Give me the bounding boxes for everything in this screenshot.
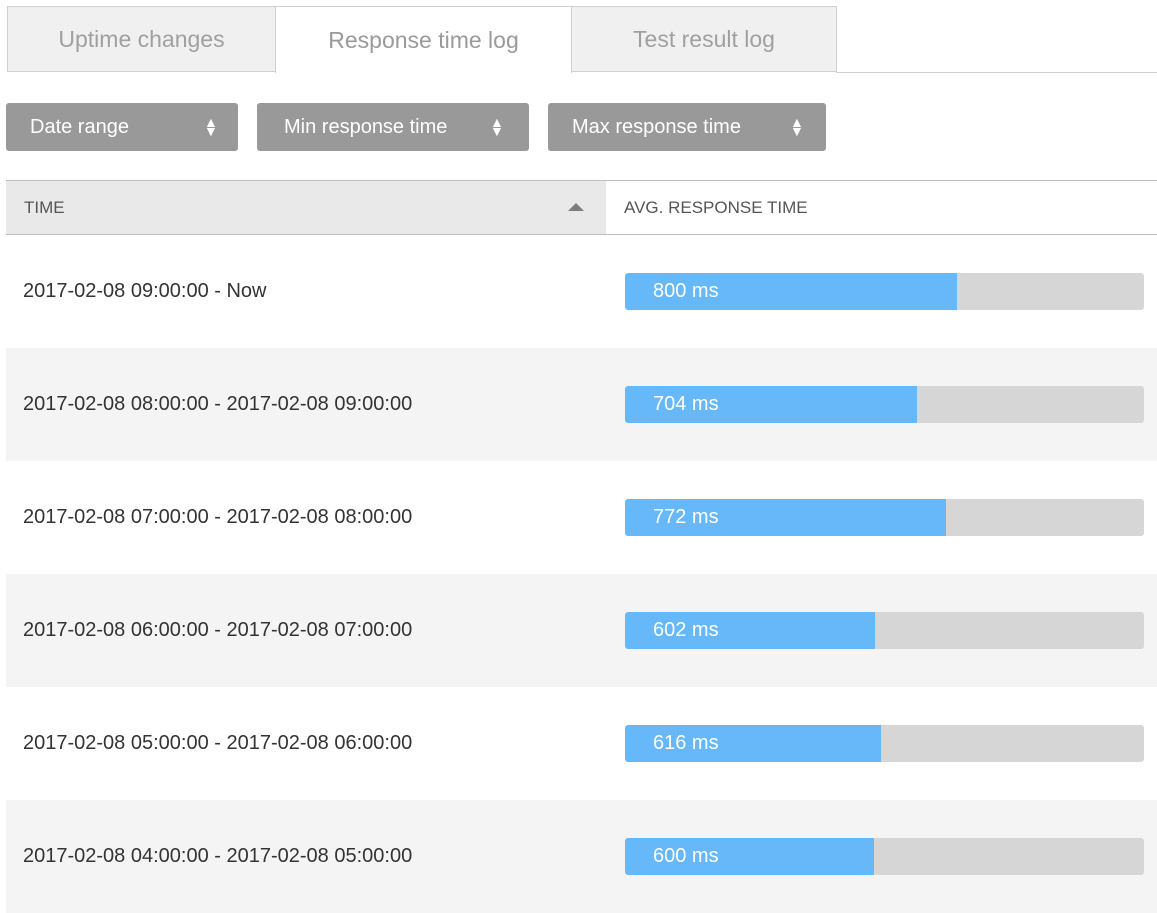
response-time-table: TIME AVG. RESPONSE TIME 2017-02-08 09:00… [6,180,1157,913]
row-time-range: 2017-02-08 04:00:00 - 2017-02-08 05:00:0… [23,845,413,867]
tab-test-result-log[interactable]: Test result log [571,6,837,72]
response-time-bar: 616 ms [625,725,1144,762]
tab-response-time-log[interactable]: Response time log [275,6,572,73]
response-time-value: 800 ms [653,280,719,302]
row-time-range: 2017-02-08 07:00:00 - 2017-02-08 08:00:0… [23,506,413,528]
response-time-bar: 800 ms [625,273,1144,310]
table-row: 2017-02-08 09:00:00 - Now 800 ms [6,235,1157,348]
response-time-bar: 704 ms [625,386,1144,423]
table-header: TIME AVG. RESPONSE TIME [6,180,1157,235]
avg-header-label: AVG. RESPONSE TIME [624,197,808,217]
min-response-time-select[interactable]: Min response time ▲ ▼ [257,103,529,151]
min-response-time-label: Min response time [284,115,448,138]
avg-response-time-column-header[interactable]: AVG. RESPONSE TIME [606,181,1157,234]
up-down-caret-icon: ▲ ▼ [790,114,804,139]
table-row: 2017-02-08 07:00:00 - 2017-02-08 08:00:0… [6,461,1157,574]
response-time-value: 772 ms [653,506,719,528]
date-range-select[interactable]: Date range ▲ ▼ [6,103,238,151]
response-time-value: 602 ms [653,619,719,641]
table-row: 2017-02-08 04:00:00 - 2017-02-08 05:00:0… [6,800,1157,913]
row-time-range: 2017-02-08 05:00:00 - 2017-02-08 06:00:0… [23,732,413,754]
up-down-caret-icon: ▲ ▼ [204,114,218,139]
tab-divider [836,72,1157,73]
response-time-value: 600 ms [653,845,719,867]
time-column-header[interactable]: TIME [6,181,606,234]
max-response-time-label: Max response time [572,115,741,138]
date-range-label: Date range [30,115,129,138]
response-time-value: 616 ms [653,732,719,754]
row-time-range: 2017-02-08 06:00:00 - 2017-02-08 07:00:0… [23,619,413,641]
response-time-value: 704 ms [653,393,719,415]
max-response-time-select[interactable]: Max response time ▲ ▼ [548,103,826,151]
table-body: 2017-02-08 09:00:00 - Now 800 ms 2017-02-0… [6,235,1157,913]
tab-uptime-changes[interactable]: Uptime changes [7,6,276,72]
response-time-bar: 772 ms [625,499,1144,536]
response-time-bar: 600 ms [625,838,1144,875]
row-time-range: 2017-02-08 08:00:00 - 2017-02-08 09:00:0… [23,393,413,415]
up-down-caret-icon: ▲ ▼ [490,114,504,139]
table-row: 2017-02-08 08:00:00 - 2017-02-08 09:00:0… [6,348,1157,461]
table-row: 2017-02-08 06:00:00 - 2017-02-08 07:00:0… [6,574,1157,687]
time-header-label: TIME [24,197,65,217]
response-time-bar: 602 ms [625,612,1144,649]
table-row: 2017-02-08 05:00:00 - 2017-02-08 06:00:0… [6,687,1157,800]
row-time-range: 2017-02-08 09:00:00 - Now [23,280,267,302]
tab-bar: Uptime changes Response time log Test re… [0,0,1157,73]
sort-ascending-icon [568,203,584,211]
